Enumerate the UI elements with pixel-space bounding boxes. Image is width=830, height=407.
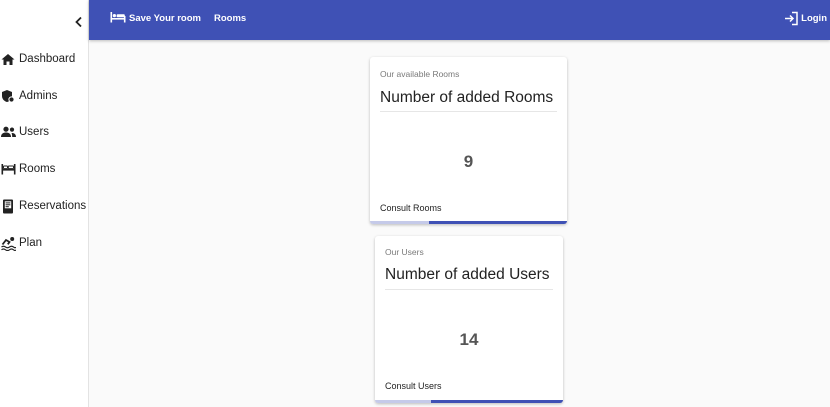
sidebar-item-label: Users: [19, 126, 50, 138]
admin-shield-icon: [0, 88, 16, 104]
sidebar-item-reservations[interactable]: Reservations: [0, 194, 89, 218]
users-icon: [0, 124, 16, 140]
login-label: Login: [801, 13, 827, 24]
brand-label: Save Your room: [129, 12, 201, 24]
sidebar-item-label: Reservations: [19, 200, 87, 212]
login-button[interactable]: Login: [784, 11, 827, 26]
sidebar-item-users[interactable]: Users: [0, 120, 89, 144]
users-card: Our Users Number of added Users 14 Consu…: [375, 236, 563, 403]
sidebar-item-label: Dashboard: [19, 53, 76, 65]
sidebar-item-rooms[interactable]: Rooms: [0, 157, 89, 181]
card-divider: [385, 289, 553, 290]
sidebar-item-admins[interactable]: Admins: [0, 84, 89, 108]
card-title: Number of added Rooms: [380, 89, 554, 106]
card-progress-fill: [431, 400, 563, 403]
chevron-left-icon: [75, 16, 82, 28]
login-icon: [784, 11, 799, 26]
rooms-count: 9: [463, 152, 474, 171]
brand-link[interactable]: Save Your room: [110, 11, 201, 25]
rooms-nav-link[interactable]: Rooms: [214, 13, 246, 24]
sidebar-item-plan[interactable]: Plan: [0, 231, 89, 255]
users-count: 14: [459, 330, 479, 349]
card-divider: [380, 111, 557, 112]
hotel-bed-icon: [110, 11, 126, 25]
consult-rooms-link[interactable]: Consult Rooms: [380, 203, 442, 213]
sidebar-item-label: Rooms: [19, 163, 56, 175]
sidebar: Dashboard Admins Users Rooms Reservation…: [0, 0, 89, 407]
home-icon: [0, 51, 16, 67]
consult-users-link[interactable]: Consult Users: [385, 381, 442, 391]
sidebar-item-dashboard[interactable]: Dashboard: [0, 47, 89, 71]
card-progress-bar: [375, 400, 563, 403]
card-subtitle: Our Users: [385, 247, 424, 257]
sidebar-item-label: Plan: [19, 237, 43, 249]
card-title: Number of added Users: [385, 266, 550, 283]
bed-icon: [0, 161, 16, 177]
collapse-sidebar-button[interactable]: [70, 12, 88, 32]
card-progress-fill: [429, 221, 567, 224]
card-subtitle: Our available Rooms: [380, 69, 460, 79]
rooms-card: Our available Rooms Number of added Room…: [370, 57, 567, 224]
sidebar-item-label: Admins: [19, 90, 58, 102]
top-app-bar: Save Your room Rooms Login: [89, 0, 830, 40]
book-icon: [0, 198, 16, 214]
card-progress-bar: [370, 221, 567, 224]
swimmer-icon: [0, 235, 16, 251]
